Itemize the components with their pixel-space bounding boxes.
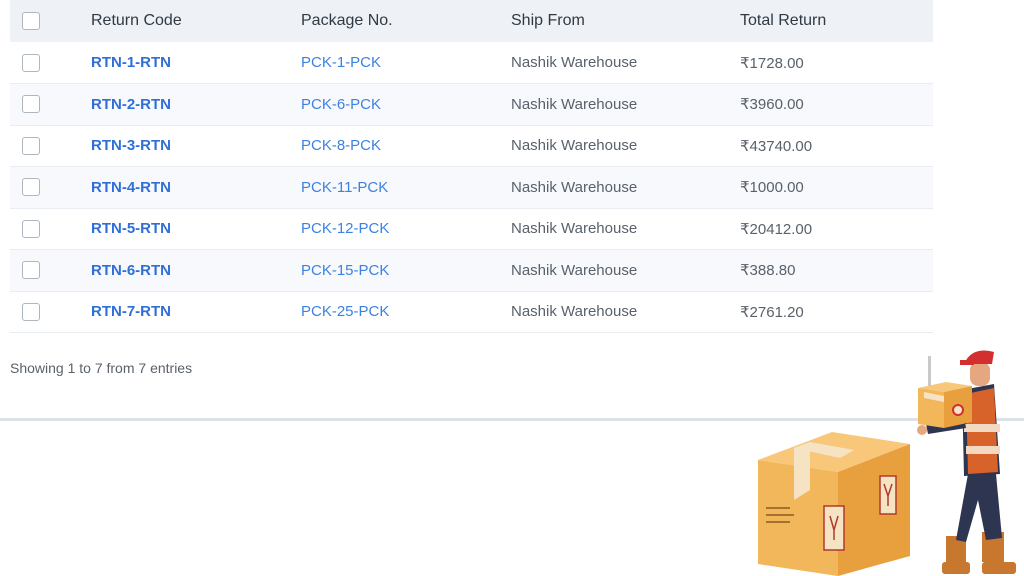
row-checkbox[interactable] [22, 178, 40, 197]
row-checkbox[interactable] [22, 53, 40, 72]
table-row: RTN-5-RTN PCK-12-PCK Nashik Warehouse ₹2… [10, 208, 933, 250]
returns-table-container: Return Code Package No. Ship From Total … [10, 0, 933, 333]
return-code-link[interactable]: RTN-1-RTN [91, 54, 171, 71]
return-code-link[interactable]: RTN-3-RTN [91, 137, 171, 154]
large-cardboard-box-icon [758, 432, 910, 576]
table-body: RTN-1-RTN PCK-1-PCK Nashik Warehouse ₹17… [10, 42, 933, 333]
ship-from-text: Nashik Warehouse [511, 178, 638, 196]
ship-from-text: Nashik Warehouse [511, 220, 638, 238]
row-checkbox-cell [10, 291, 91, 333]
table-row: RTN-2-RTN PCK-6-PCK Nashik Warehouse ₹39… [10, 83, 933, 126]
row-checkbox-cell [10, 42, 91, 84]
header-checkbox-cell [10, 0, 91, 42]
small-cardboard-box-icon [918, 356, 972, 428]
total-return-value: ₹43740.00 [740, 137, 813, 155]
table-row: RTN-1-RTN PCK-1-PCK Nashik Warehouse ₹17… [10, 42, 933, 84]
row-checkbox[interactable] [22, 136, 40, 155]
table-row: RTN-7-RTN PCK-25-PCK Nashik Warehouse ₹2… [10, 291, 933, 333]
total-return-value: ₹20412.00 [740, 220, 813, 238]
total-return-value: ₹3960.00 [740, 96, 804, 114]
row-checkbox[interactable] [22, 219, 40, 238]
return-code-link[interactable]: RTN-5-RTN [91, 220, 171, 237]
package-no-link[interactable]: PCK-6-PCK [301, 96, 381, 113]
return-code-link[interactable]: RTN-7-RTN [91, 303, 171, 320]
ship-from-text: Nashik Warehouse [511, 54, 638, 71]
row-checkbox[interactable] [22, 261, 40, 280]
table-row: RTN-6-RTN PCK-15-PCK Nashik Warehouse ₹3… [10, 249, 933, 292]
row-checkbox-cell [10, 208, 91, 250]
ship-from-text: Nashik Warehouse [511, 95, 638, 113]
table-header-row: Return Code Package No. Ship From Total … [10, 0, 933, 42]
package-no-link[interactable]: PCK-15-PCK [301, 262, 389, 279]
row-checkbox-cell [10, 250, 91, 292]
header-ship-from[interactable]: Ship From [511, 0, 740, 42]
ship-from-text: Nashik Warehouse [511, 137, 638, 155]
header-package-no[interactable]: Package No. [301, 0, 511, 42]
total-return-value: ₹2761.20 [740, 303, 804, 321]
total-return-value: ₹1000.00 [740, 179, 804, 197]
package-no-link[interactable]: PCK-11-PCK [301, 179, 388, 196]
ship-from-text: Nashik Warehouse [511, 261, 638, 279]
table-row: RTN-3-RTN PCK-8-PCK Nashik Warehouse ₹43… [10, 125, 933, 167]
delivery-worker-with-boxes-illustration [758, 350, 1016, 576]
row-checkbox-cell [10, 84, 91, 126]
package-no-link[interactable]: PCK-12-PCK [301, 220, 389, 237]
ship-from-text: Nashik Warehouse [511, 303, 638, 321]
row-checkbox-cell [10, 125, 91, 167]
row-checkbox[interactable] [22, 302, 40, 321]
row-checkbox[interactable] [22, 95, 40, 114]
total-return-value: ₹1728.00 [740, 54, 804, 72]
total-return-value: ₹388.80 [740, 262, 796, 280]
row-checkbox-cell [10, 167, 91, 209]
return-code-link[interactable]: RTN-4-RTN [91, 179, 171, 196]
package-no-link[interactable]: PCK-8-PCK [301, 137, 381, 154]
returns-table: Return Code Package No. Ship From Total … [10, 0, 933, 333]
header-return-code[interactable]: Return Code [91, 0, 301, 42]
return-code-link[interactable]: RTN-2-RTN [91, 96, 171, 113]
header-total-return[interactable]: Total Return [740, 0, 933, 42]
package-no-link[interactable]: PCK-1-PCK [301, 54, 381, 71]
package-no-link[interactable]: PCK-25-PCK [301, 303, 389, 320]
entries-summary: Showing 1 to 7 from 7 entries [10, 360, 193, 376]
table-row: RTN-4-RTN PCK-11-PCK Nashik Warehouse ₹1… [10, 166, 933, 209]
select-all-checkbox[interactable] [22, 11, 40, 30]
return-code-link[interactable]: RTN-6-RTN [91, 262, 171, 279]
worker-hands-icon [917, 425, 927, 435]
